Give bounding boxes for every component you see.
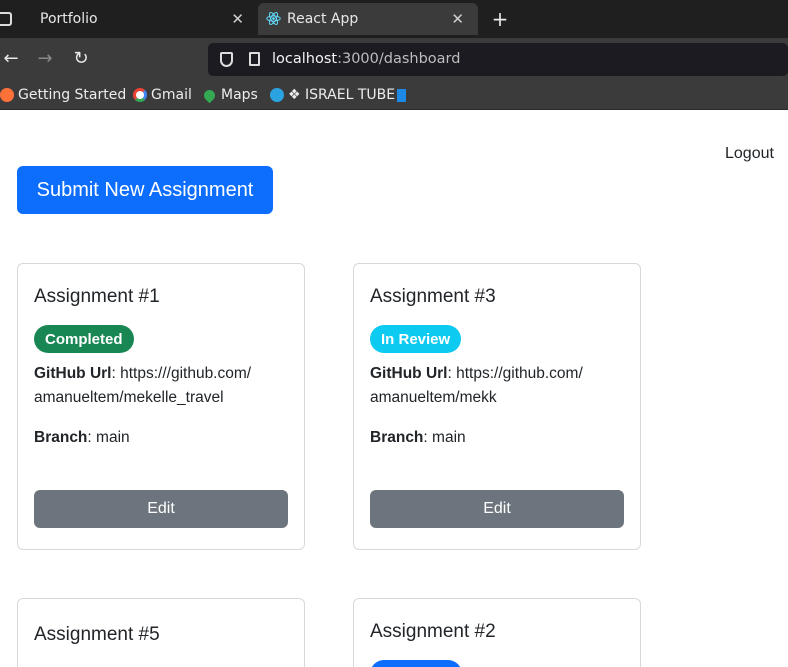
reload-icon[interactable]: ↻	[70, 48, 92, 69]
status-badge: In Review	[370, 325, 462, 353]
logout-link[interactable]: Logout	[725, 145, 774, 163]
bookmark-gmail[interactable]: Gmail	[133, 87, 192, 103]
bookmark-maps[interactable]: Maps	[201, 87, 258, 103]
status-badge: Completed	[34, 325, 134, 353]
github-url-field: GitHub Url: https:///github.com/amanuelt…	[34, 365, 252, 406]
assignment-card: Assignment #3 In Review GitHub Url: http…	[353, 263, 641, 550]
browser-tab-bar: Portfolio ✕ React App ✕ +	[0, 0, 788, 38]
edit-button[interactable]: Edit	[370, 490, 624, 528]
close-icon[interactable]: ✕	[231, 10, 244, 28]
submit-new-assignment-button[interactable]: Submit New Assignment	[17, 166, 273, 214]
telegram-icon	[270, 88, 284, 102]
assignment-title: Assignment #1	[34, 286, 160, 307]
bookmarks-bar: Getting Started Gmail Maps ❖ ISRAEL TUBE	[0, 82, 788, 110]
react-icon	[266, 12, 281, 25]
assignment-title: Assignment #3	[370, 286, 496, 307]
url-bar[interactable]: localhost:3000/dashboard	[208, 43, 788, 76]
bookmark-israel-tube[interactable]: ❖ ISRAEL TUBE	[270, 87, 407, 103]
github-url-field: GitHub Url: https://github.com/amanuelte…	[370, 365, 583, 406]
close-icon[interactable]: ✕	[451, 10, 464, 28]
firefox-icon	[0, 88, 14, 102]
assignment-title: Assignment #2	[370, 621, 496, 642]
page-icon	[249, 52, 260, 66]
browser-nav-bar: ← → ↻ localhost:3000/dashboard	[0, 38, 788, 82]
tab-portfolio[interactable]: Portfolio ✕	[0, 0, 256, 38]
tab-label: Portfolio	[40, 11, 98, 27]
login-icon	[397, 88, 407, 102]
tab-list-icon[interactable]	[0, 12, 12, 26]
branch-field: Branch: main	[370, 429, 466, 446]
branch-field: Branch: main	[34, 429, 130, 446]
shield-icon[interactable]	[220, 52, 233, 67]
status-badge	[370, 660, 462, 667]
tab-react-app[interactable]: React App ✕	[258, 3, 478, 35]
bookmark-getting-started[interactable]: Getting Started	[0, 87, 126, 103]
forward-arrow-icon[interactable]: →	[34, 48, 56, 69]
back-arrow-icon[interactable]: ←	[0, 48, 22, 69]
assignment-card: Assignment #2	[353, 598, 641, 667]
assignment-card: Assignment #1 Completed GitHub Url: http…	[17, 263, 305, 550]
assignment-card: Assignment #5	[17, 598, 305, 667]
google-icon	[133, 88, 147, 102]
url-text[interactable]: localhost:3000/dashboard	[272, 51, 460, 67]
assignment-title: Assignment #5	[34, 624, 160, 645]
maps-pin-icon	[201, 87, 218, 103]
tab-label: React App	[287, 11, 359, 27]
edit-button[interactable]: Edit	[34, 490, 288, 528]
new-tab-icon[interactable]: +	[490, 7, 510, 31]
